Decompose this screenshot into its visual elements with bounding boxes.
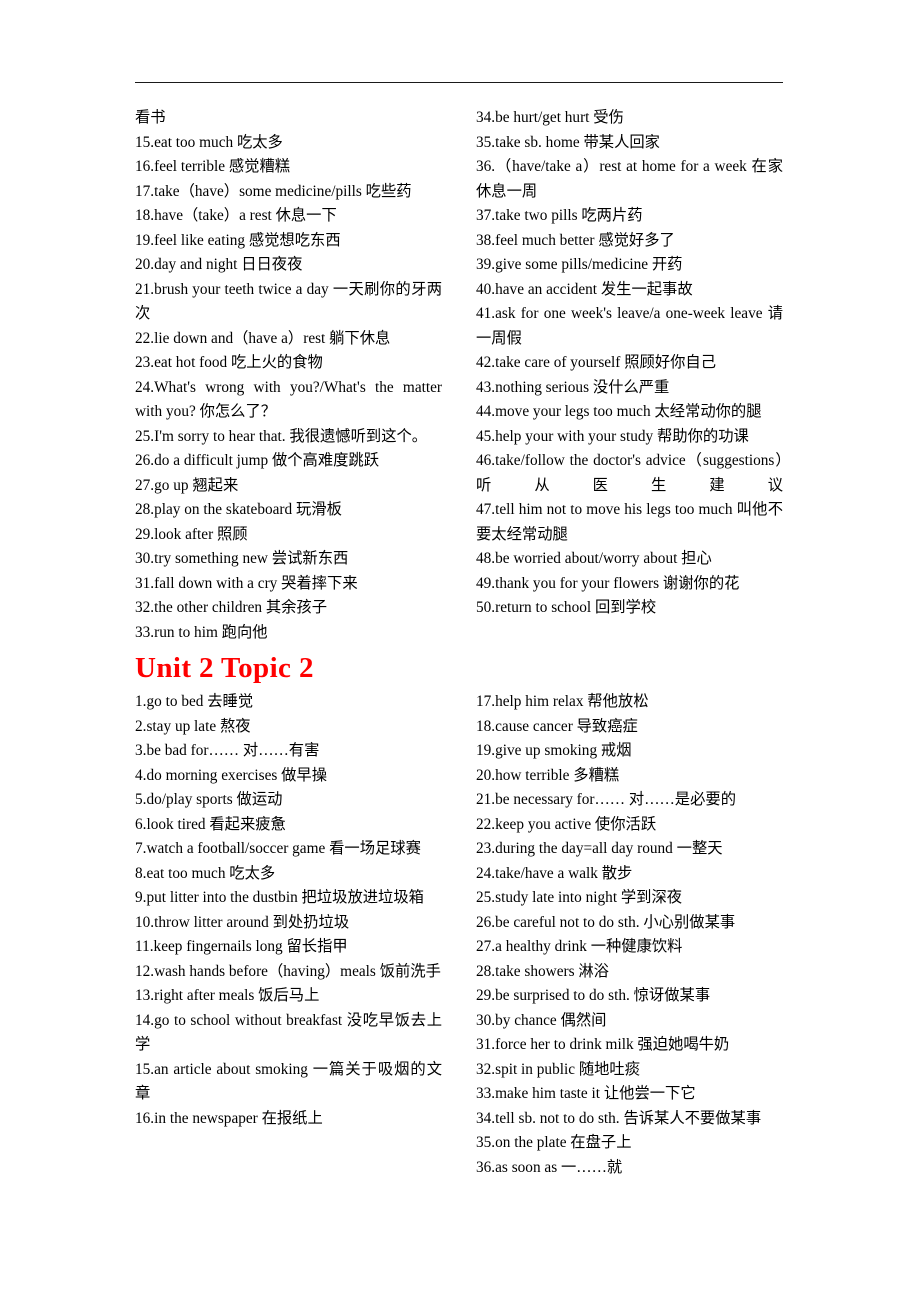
phrase-entry: 41.ask for one week's leave/a one-week l…	[476, 305, 783, 347]
phrase-entry: 9.put litter into the dustbin 把垃圾放进垃圾箱	[135, 889, 424, 906]
phrase-entry: 17.help him relax 帮他放松	[476, 693, 649, 710]
phrase-entry: 6.look tired 看起来疲惫	[135, 815, 286, 833]
phrase-entry: 16.feel terrible 感觉糟糕	[135, 158, 291, 175]
phrase-entry: 30.try something new 尝试新东西	[135, 550, 349, 567]
phrase-entry: 33.make him taste it 让他尝一下它	[476, 1085, 696, 1102]
phrase-entry: 35.on the plate 在盘子上	[476, 1134, 632, 1151]
phrase-entry: 22.lie down and（have a）rest 躺下休息	[135, 329, 391, 347]
phrase-entry: 26.do a difficult jump 做个高难度跳跃	[135, 452, 380, 469]
phrase-entry: 38.feel much better 感觉好多了	[476, 231, 675, 249]
phrase-entry: 39.give some pills/medicine 开药	[476, 256, 683, 273]
phrase-entry: 21.brush your teeth twice a day 一天刷你的牙两次	[135, 280, 442, 323]
phrase-entry: 11.keep fingernails long 留长指甲	[135, 938, 348, 955]
phrase-entry: 36.as soon as 一……就	[476, 1158, 623, 1176]
phrase-entry: 31.force her to drink milk 强迫她喝牛奶	[476, 1036, 730, 1053]
phrase-entry: 17.take（have）some medicine/pills 吃些药	[135, 182, 412, 200]
phrase-entry: 20.day and night 日日夜夜	[135, 256, 303, 273]
phrase-entry: 19.feel like eating 感觉想吃东西	[135, 231, 341, 249]
phrase-entry: 32.spit in public 随地吐痰	[476, 1060, 641, 1078]
phrase-entry: 43.nothing serious 没什么严重	[476, 378, 670, 396]
phrase-entry: 34.be hurt/get hurt 受伤	[476, 109, 624, 126]
phrase-entry: 29.look after 照顾	[135, 525, 248, 543]
phrase-entry: 45.help your with your study 帮助你的功课	[476, 427, 749, 445]
phrase-entry: 23.eat hot food 吃上火的食物	[135, 354, 323, 371]
right-column-topic1: 34.be hurt/get hurt 受伤 35.take sb. home 带…	[476, 106, 783, 621]
phrase-entry: 24.take/have a walk 散步	[476, 864, 633, 882]
section-unit2-topic2-columns: 1.go to bed 去睡觉 2.stay up late 熬夜 3.be bad…	[135, 690, 783, 1180]
phrase-entry: 36.（have/take a）rest at home for a week …	[476, 158, 783, 200]
phrase-entry: 7.watch a football/soccer game 看一场足球赛	[135, 840, 421, 857]
phrase-entry: 18.cause cancer 导致癌症	[476, 717, 638, 735]
phrase-entry: 33.run to him 跑向他	[135, 623, 268, 641]
phrase-entry: 48.be worried about/worry about 担心	[476, 550, 712, 567]
heading-right-slot	[476, 645, 783, 690]
phrase-entry: 27.go up 翘起来	[135, 476, 239, 494]
left-column-topic1: 看书 15.eat too much 吃太多 16.feel terrible 感觉…	[135, 106, 442, 645]
phrase-entry: 25.I'm sorry to hear that. 我很遗憾听到这个。	[135, 427, 428, 445]
phrase-entry: 12.wash hands before（having）meals 饭前洗手	[135, 962, 441, 980]
phrase-entry: 2.stay up late 熬夜	[135, 717, 251, 735]
phrase-entry: 26.be careful not to do sth. 小心别做某事	[476, 913, 736, 931]
phrase-entry: 37.take two pills 吃两片药	[476, 207, 643, 224]
phrase-entry: 5.do/play sports 做运动	[135, 791, 283, 808]
phrase-entry: 13.right after meals 饭后马上	[135, 987, 320, 1004]
phrase-entry: 1.go to bed 去睡觉	[135, 693, 254, 710]
phrase-entry: 32.the other children 其余孩子	[135, 599, 328, 616]
phrase-entry: 34.tell sb. not to do sth. 告诉某人不要做某事	[476, 1109, 762, 1127]
phrase-entry: 31.fall down with a cry 哭着摔下来	[135, 574, 358, 592]
phrase-entry: 14.go to school without breakfast 没吃早饭去上…	[135, 1011, 442, 1054]
document-content: 看书 15.eat too much 吃太多 16.feel terrible 感觉…	[135, 106, 783, 1180]
phrase-entry: 28.take showers 淋浴	[476, 962, 609, 980]
phrase-entry: 46.take/follow the doctor's advice（sugge…	[476, 452, 783, 494]
phrase-entry: 24.What's wrong with you?/What's the mat…	[135, 378, 442, 421]
document-page: 看书 15.eat too much 吃太多 16.feel terrible 感觉…	[0, 0, 920, 1302]
unit-heading-row: Unit 2 Topic 2	[135, 645, 783, 690]
phrase-entry: 28.play on the skateboard 玩滑板	[135, 501, 342, 518]
phrase-entry: 50.return to school 回到学校	[476, 599, 657, 616]
phrase-entry: 49.thank you for your flowers 谢谢你的花	[476, 574, 740, 592]
phrase-entry: 15.an article about smoking 一篇关于吸烟的文章	[135, 1060, 442, 1103]
phrase-entry: 22.keep you active 使你活跃	[476, 815, 657, 833]
header-separator-rule	[135, 82, 783, 83]
phrase-entry: 看书	[135, 109, 166, 126]
phrase-entry: 20.how terrible 多糟糕	[476, 766, 620, 784]
phrase-entry: 44.move your legs too much 太经常动你的腿	[476, 403, 762, 420]
phrase-entry: 42.take care of yourself 照顾好你自己	[476, 354, 717, 371]
phrase-entry: 47.tell him not to move his legs too muc…	[476, 501, 783, 543]
section-unit2-topic1-columns: 看书 15.eat too much 吃太多 16.feel terrible 感觉…	[135, 106, 783, 645]
right-column-topic2: 17.help him relax 帮他放松 18.cause cancer 导致…	[476, 690, 783, 1180]
phrase-entry: 30.by chance 偶然间	[476, 1011, 607, 1029]
phrase-entry: 35.take sb. home 带某人回家	[476, 133, 660, 151]
heading-left-slot: Unit 2 Topic 2	[135, 645, 442, 690]
phrase-entry: 21.be necessary for…… 对……是必要的	[476, 791, 736, 808]
phrase-entry: 19.give up smoking 戒烟	[476, 742, 632, 759]
phrase-entry: 16.in the newspaper 在报纸上	[135, 1109, 323, 1127]
unit-heading-title: Unit 2 Topic 2	[135, 652, 314, 684]
phrase-entry: 4.do morning exercises 做早操	[135, 766, 328, 784]
phrase-entry: 10.throw litter around 到处扔垃圾	[135, 913, 350, 931]
phrase-entry: 25.study late into night 学到深夜	[476, 889, 683, 906]
phrase-entry: 8.eat too much 吃太多	[135, 864, 276, 882]
left-column-topic2: 1.go to bed 去睡觉 2.stay up late 熬夜 3.be bad…	[135, 690, 442, 1131]
phrase-entry: 18.have（take）a rest 休息一下	[135, 207, 337, 224]
phrase-entry: 23.during the day=all day round 一整天	[476, 840, 723, 857]
phrase-entry: 3.be bad for…… 对……有害	[135, 742, 320, 759]
phrase-entry: 40.have an accident 发生一起事故	[476, 280, 693, 298]
phrase-entry: 27.a healthy drink 一种健康饮料	[476, 938, 683, 955]
phrase-entry: 15.eat too much 吃太多	[135, 133, 283, 151]
phrase-entry: 29.be surprised to do sth. 惊讶做某事	[476, 987, 711, 1004]
